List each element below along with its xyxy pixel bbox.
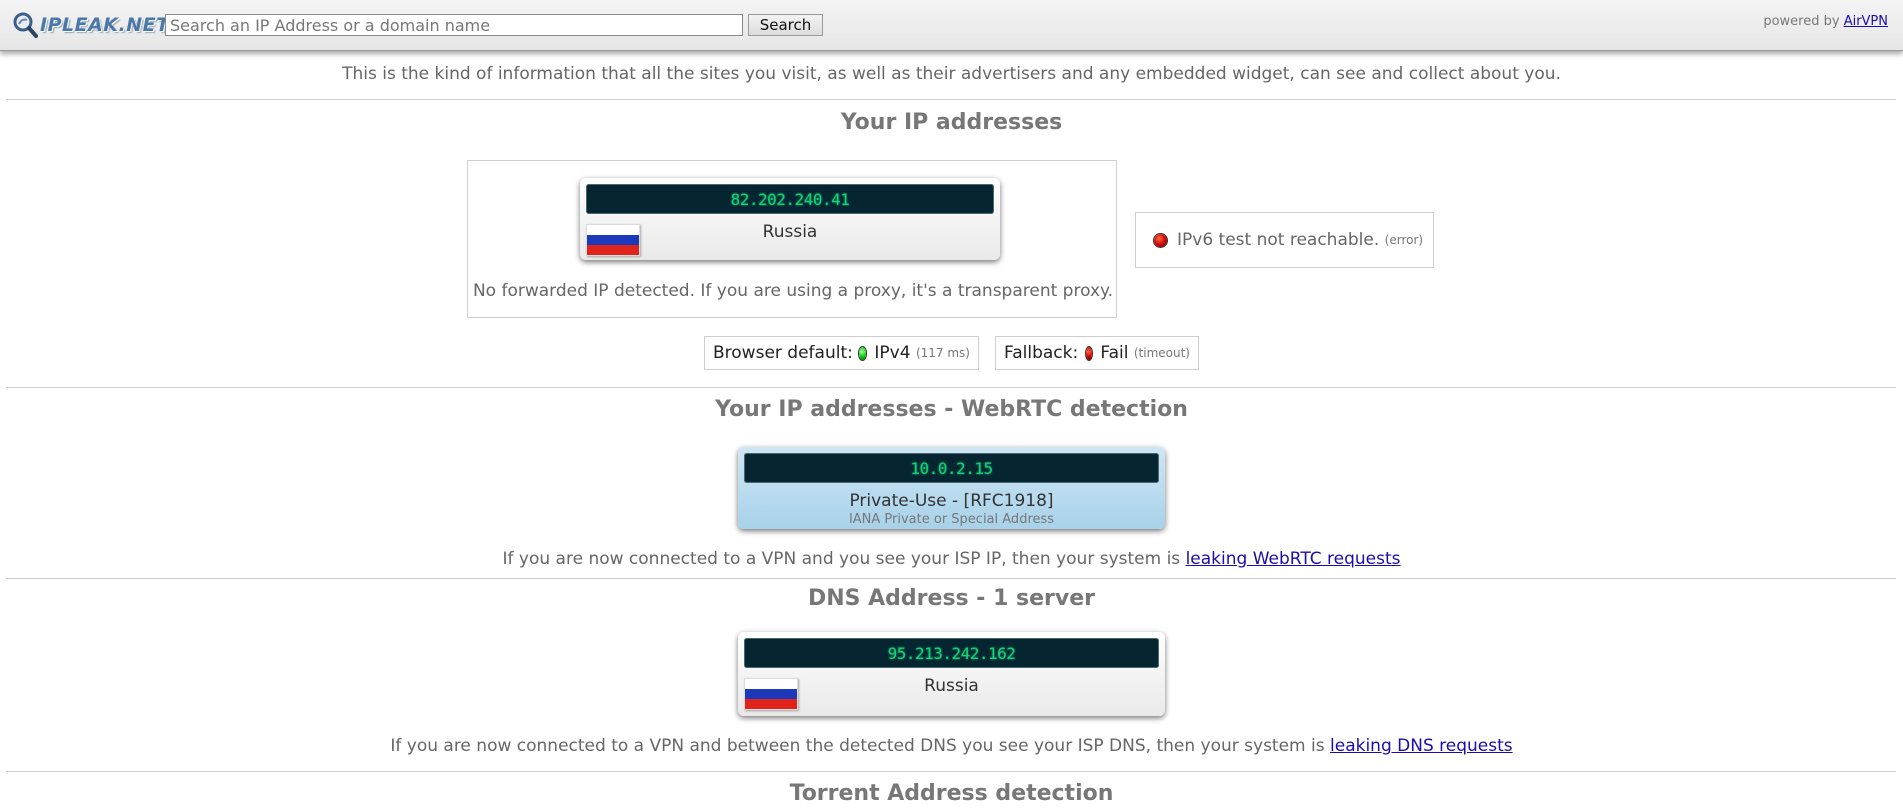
fallback-note: (timeout) — [1133, 346, 1190, 360]
logo-text: IPLEAK.NET — [40, 14, 170, 36]
magnifier-logo-icon — [13, 12, 38, 38]
divider — [6, 387, 1896, 388]
powered-by-label: powered by — [1763, 14, 1840, 29]
fail-status-icon — [1086, 346, 1093, 360]
site-logo[interactable]: IPLEAK.NET — [12, 10, 170, 40]
dns-card: 95.213.242.162 Russia — [738, 632, 1165, 716]
ipv4-box: 82.202.240.41 Russia No forwarded IP det… — [467, 160, 1117, 318]
ipv6-status: IPv6 test not reachable. — [1177, 230, 1380, 250]
fallback-label: Fallback: — [1004, 343, 1079, 363]
dns-leak-link[interactable]: leaking DNS requests — [1330, 736, 1513, 756]
divider — [6, 99, 1896, 100]
ipv4-card: 82.202.240.41 Russia — [580, 178, 1000, 260]
search-button[interactable]: Search — [748, 14, 823, 36]
intro-text: This is the kind of information that all… — [342, 64, 1561, 84]
webrtc-label: Private-Use - [RFC1918] — [849, 491, 1054, 511]
ipv6-box: IPv6 test not reachable. (error) — [1135, 212, 1434, 268]
browser-default-note: (117 ms) — [915, 346, 970, 360]
divider — [6, 771, 1896, 772]
webrtc-leak-link[interactable]: leaking WebRTC requests — [1186, 549, 1401, 569]
airvpn-link[interactable]: AirVPN — [1844, 14, 1888, 29]
webrtc-note: If you are now connected to a VPN and yo… — [0, 549, 1903, 569]
dns-country: Russia — [924, 676, 979, 696]
browser-default-value: IPv4 — [874, 343, 911, 363]
browser-default-label: Browser default: — [713, 343, 853, 363]
divider — [6, 578, 1896, 579]
webrtc-note-text: If you are now connected to a VPN and yo… — [502, 549, 1181, 569]
dns-note: If you are now connected to a VPN and be… — [0, 736, 1903, 756]
dns-note-text: If you are now connected to a VPN and be… — [390, 736, 1325, 756]
ok-status-icon — [858, 346, 867, 360]
search-input[interactable] — [165, 14, 743, 36]
browser-default-box: Browser default: IPv4 (117 ms) — [704, 336, 979, 370]
webrtc-section-title: Your IP addresses - WebRTC detection — [715, 397, 1188, 422]
top-bar: IPLEAK.NET Search powered by AirVPN — [0, 0, 1903, 51]
error-status-icon — [1154, 233, 1167, 247]
torrent-section-title: Torrent Address detection — [789, 781, 1114, 806]
ipv4-country: Russia — [762, 222, 818, 242]
ipv4-address[interactable]: 82.202.240.41 — [586, 184, 994, 214]
powered-by: powered by AirVPN — [1763, 14, 1888, 29]
fallback-box: Fallback: Fail (timeout) — [995, 336, 1199, 370]
dns-section-title: DNS Address - 1 server — [807, 586, 1096, 611]
webrtc-card: 10.0.2.15 Private-Use - [RFC1918] IANA P… — [738, 447, 1165, 529]
fallback-value: Fail — [1100, 343, 1129, 363]
ip-section-title: Your IP addresses — [840, 110, 1063, 135]
webrtc-sublabel: IANA Private or Special Address — [848, 512, 1055, 527]
forwarded-ip-note: No forwarded IP detected. If you are usi… — [472, 281, 1114, 301]
ipv6-note: (error) — [1384, 233, 1424, 247]
webrtc-address[interactable]: 10.0.2.15 — [744, 453, 1159, 483]
dns-address[interactable]: 95.213.242.162 — [744, 638, 1159, 668]
